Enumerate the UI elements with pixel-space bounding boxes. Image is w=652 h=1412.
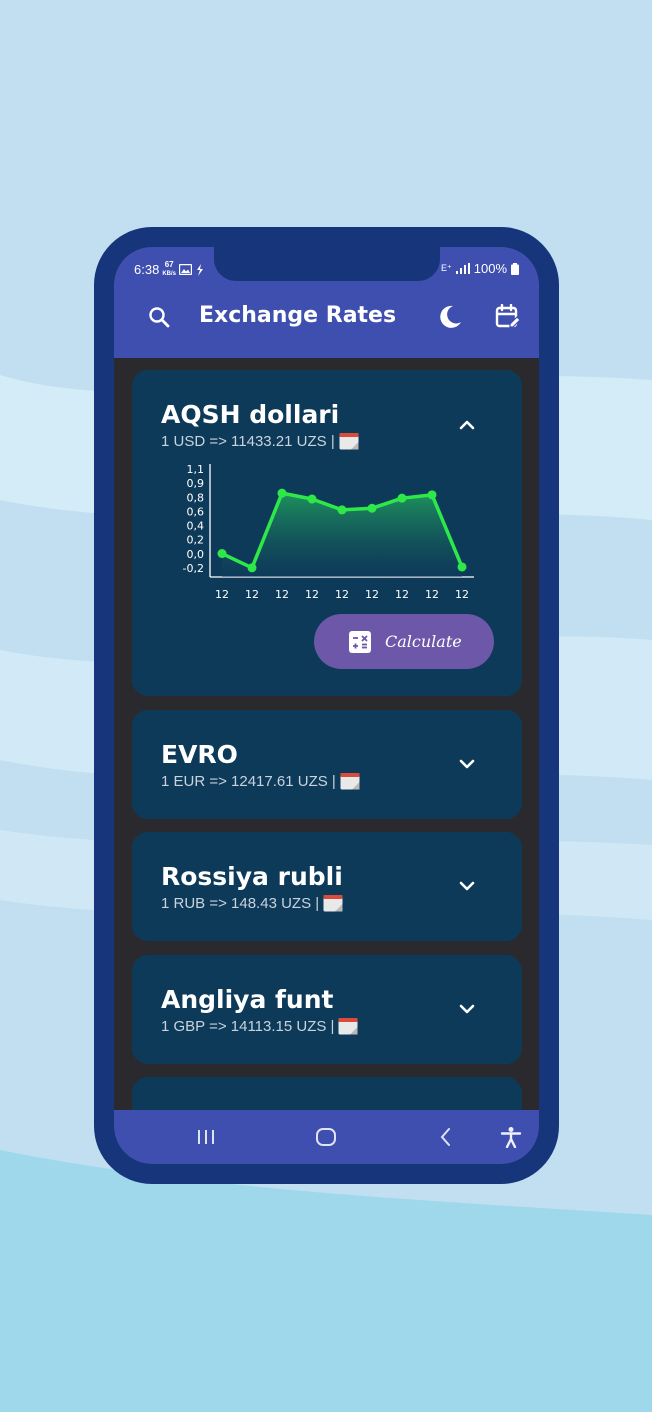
status-bar-left: 6:38 67 KB/s bbox=[134, 261, 204, 278]
currency-card-usd[interactable]: AQSH dollari 1 USD => 11433.21 UZS | 1,1… bbox=[132, 370, 522, 696]
back-icon[interactable] bbox=[436, 1127, 456, 1147]
x-tick-label: 12 bbox=[215, 588, 229, 600]
camera-notch bbox=[214, 247, 440, 281]
x-tick-label: 12 bbox=[425, 588, 439, 600]
data-point bbox=[247, 563, 257, 573]
moon-icon bbox=[440, 305, 461, 328]
currency-card-gbp[interactable]: Angliya funt 1 GBP => 14113.15 UZS | bbox=[132, 955, 522, 1064]
calendar-icon bbox=[338, 1018, 358, 1035]
chevron-down-icon[interactable] bbox=[454, 996, 480, 1022]
data-point bbox=[337, 505, 347, 515]
data-point bbox=[217, 549, 227, 559]
x-tick-label: 12 bbox=[305, 588, 319, 600]
y-tick-label: 0,2 bbox=[187, 534, 205, 547]
page-title: Exchange Rates bbox=[199, 303, 397, 328]
accessibility-icon[interactable] bbox=[500, 1126, 522, 1148]
status-bar-right: E⁺ 100% bbox=[441, 261, 519, 276]
data-point bbox=[367, 503, 377, 513]
rate-text: 1 RUB => 148.43 UZS | bbox=[161, 894, 320, 912]
x-tick-label: 12 bbox=[455, 588, 469, 600]
y-tick-label: 0,4 bbox=[187, 520, 205, 533]
battery-percent: 100% bbox=[473, 261, 507, 276]
y-tick-label: -0,2 bbox=[183, 562, 204, 575]
currency-card-rub[interactable]: Rossiya rubli 1 RUB => 148.43 UZS | bbox=[132, 832, 522, 941]
phone-screen: 6:38 67 KB/s E⁺ 100% Exchange Rates AQSH… bbox=[114, 247, 539, 1164]
calculator-icon bbox=[349, 630, 371, 653]
edit-date-button[interactable] bbox=[493, 302, 523, 332]
home-icon[interactable] bbox=[315, 1127, 337, 1147]
data-point bbox=[307, 494, 317, 504]
currency-rate: 1 GBP => 14113.15 UZS | bbox=[161, 1017, 358, 1035]
x-tick-label: 12 bbox=[395, 588, 409, 600]
calendar-icon bbox=[339, 433, 359, 450]
calendar-icon bbox=[340, 773, 360, 790]
rate-text: 1 EUR => 12417.61 UZS | bbox=[161, 772, 336, 790]
x-tick-label: 12 bbox=[335, 588, 349, 600]
recent-apps-icon[interactable] bbox=[196, 1127, 216, 1147]
phone-frame: 6:38 67 KB/s E⁺ 100% Exchange Rates AQSH… bbox=[94, 227, 559, 1184]
system-nav-bar bbox=[114, 1110, 539, 1164]
x-tick-label: 12 bbox=[245, 588, 259, 600]
chevron-up-icon[interactable] bbox=[454, 412, 480, 438]
rate-text: 1 USD => 11433.21 UZS | bbox=[161, 432, 335, 450]
dark-mode-toggle[interactable] bbox=[435, 302, 465, 332]
y-tick-label: 0,6 bbox=[187, 505, 205, 518]
sync-icon bbox=[196, 263, 203, 276]
currency-card-eur[interactable]: EVRO 1 EUR => 12417.61 UZS | bbox=[132, 710, 522, 819]
y-tick-label: 0,0 bbox=[187, 548, 205, 561]
calendar-edit-icon bbox=[495, 304, 521, 328]
y-tick-label: 0,8 bbox=[187, 491, 205, 504]
chevron-down-icon[interactable] bbox=[454, 873, 480, 899]
x-tick-label: 12 bbox=[365, 588, 379, 600]
signal-icon bbox=[455, 263, 470, 274]
data-point bbox=[457, 562, 467, 572]
gallery-icon bbox=[178, 264, 192, 275]
currency-rate: 1 USD => 11433.21 UZS | bbox=[161, 432, 359, 450]
status-time: 6:38 bbox=[134, 262, 160, 277]
calculate-label: Calculate bbox=[385, 632, 462, 651]
currency-name: AQSH dollari bbox=[161, 400, 340, 429]
search-icon bbox=[149, 307, 170, 328]
lte-icon: E⁺ bbox=[440, 263, 452, 273]
data-point bbox=[277, 488, 287, 498]
battery-icon bbox=[511, 262, 519, 275]
y-tick-label: 0,9 bbox=[187, 477, 205, 490]
currency-rate: 1 RUB => 148.43 UZS | bbox=[161, 894, 343, 912]
rate-text: 1 GBP => 14113.15 UZS | bbox=[161, 1017, 335, 1035]
currency-name: Rossiya rubli bbox=[161, 862, 343, 891]
data-point bbox=[427, 490, 437, 500]
currency-name: Angliya funt bbox=[161, 985, 334, 1014]
rate-history-chart: 1,10,90,80,6 0,40,20,0-0,2 12 12 12 12 12 12 12 1… bbox=[183, 463, 474, 600]
status-network-speed: 67 KB/s bbox=[162, 260, 176, 278]
x-tick-label: 12 bbox=[275, 588, 289, 600]
currency-name: EVRO bbox=[161, 740, 238, 769]
calendar-icon bbox=[323, 895, 343, 912]
calculate-button[interactable]: Calculate bbox=[314, 614, 494, 669]
search-button[interactable] bbox=[144, 302, 174, 332]
data-point bbox=[397, 493, 407, 503]
chevron-down-icon[interactable] bbox=[454, 751, 480, 777]
currency-rate: 1 EUR => 12417.61 UZS | bbox=[161, 772, 360, 790]
y-tick-label: 1,1 bbox=[187, 463, 205, 476]
